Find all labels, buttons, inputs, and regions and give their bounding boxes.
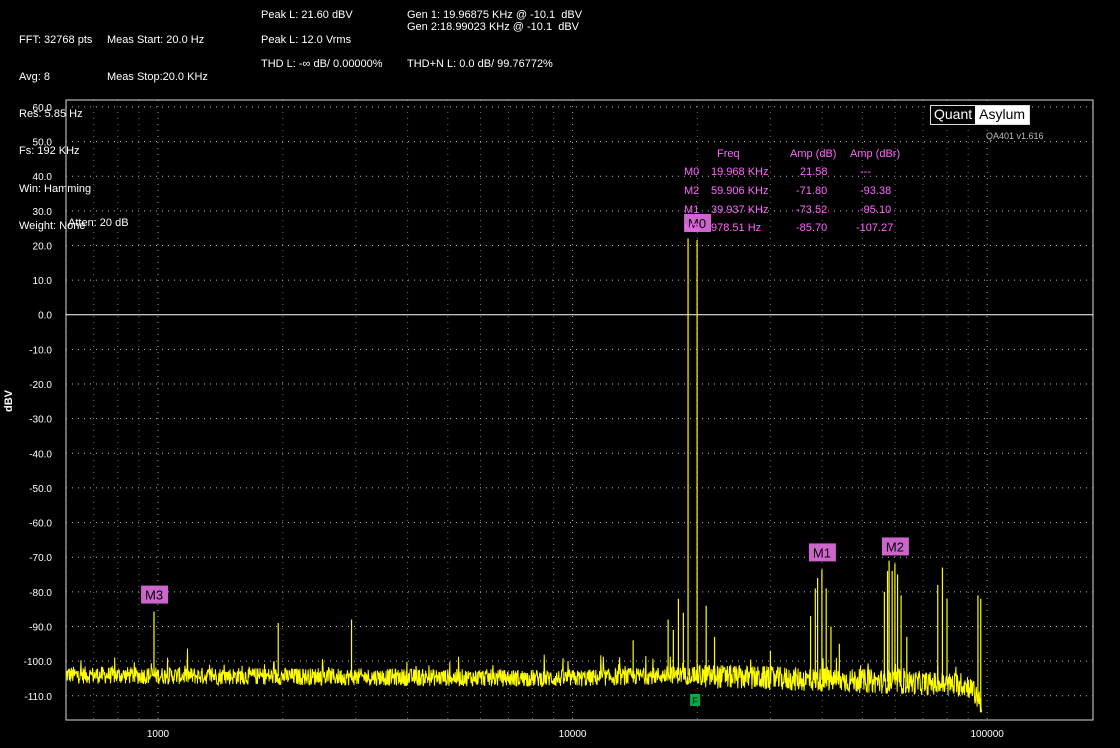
y-tick-label: -90.0 [29, 622, 52, 633]
y-tick-label: -40.0 [29, 449, 52, 460]
y-tick-label: 60.0 [33, 103, 53, 114]
marker-dbr: -95.10 [860, 204, 892, 216]
x-tick-label: 1000 [147, 729, 170, 740]
marker-amp: -73.52 [796, 204, 828, 216]
marker-amp: 21.58 [800, 166, 828, 178]
x-tick-label: 10000 [559, 729, 587, 740]
version-label: QA401 v1.616 [986, 131, 1044, 141]
y-tick-label: 20.0 [33, 241, 53, 252]
y-tick-label: 10.0 [33, 276, 53, 287]
marker-id: M2 [684, 185, 700, 197]
marker-id: M1 [684, 204, 700, 216]
marker-id: M0 [684, 166, 700, 178]
logo-quant: Quant [931, 106, 976, 124]
marker-freq: 19.968 KHz [711, 166, 769, 178]
header-amp-dbr: Amp (dBr) [850, 148, 901, 160]
marker-label: M2 [886, 539, 904, 554]
y-axis-label: dBV [3, 390, 15, 412]
marker-dbr: -93.38 [860, 185, 892, 197]
attenuation-label: Atten: 20 dB [68, 217, 129, 229]
ref-marker-label: F [692, 696, 698, 706]
y-tick-label: -30.0 [29, 415, 52, 426]
marker-label: M1 [813, 545, 831, 560]
header-amp-db: Amp (dB) [790, 148, 837, 160]
marker-dbr: --- [860, 166, 871, 178]
y-tick-label: -60.0 [29, 519, 52, 530]
y-tick-label: 0.0 [38, 311, 52, 322]
marker-dbr: -107.27 [856, 222, 894, 234]
y-tick-label: -20.0 [29, 380, 52, 391]
y-tick-label: -110.0 [24, 692, 52, 703]
x-tick-label: 100000 [970, 729, 1004, 740]
y-tick-label: -70.0 [29, 553, 52, 564]
plot-frame [65, 99, 1094, 721]
marker-amp: -85.70 [796, 222, 828, 234]
marker-m1: M1 [808, 543, 836, 562]
marker-m2: M2 [881, 537, 909, 556]
y-tick-label: -50.0 [29, 484, 52, 495]
marker-amp: -71.80 [796, 185, 828, 197]
y-tick-label: -100.0 [24, 657, 53, 668]
marker-m3: M3 [141, 585, 169, 604]
marker-freq: 39.937 KHz [711, 204, 769, 216]
spectrum-trace [65, 648, 983, 713]
header-freq: Freq [717, 148, 740, 160]
marker-freq: 59.906 KHz [711, 185, 769, 197]
y-tick-label: 50.0 [33, 138, 53, 149]
y-tick-label: -80.0 [29, 588, 52, 599]
quantasylum-logo: Quant Asylum [930, 105, 1031, 125]
marker-id: M3 [684, 222, 700, 234]
logo-asylum: Asylum [975, 106, 1030, 124]
marker-label: M3 [145, 588, 163, 603]
y-tick-label: -10.0 [29, 345, 52, 356]
marker-freq: 978.51 Hz [711, 222, 762, 234]
y-tick-label: 30.0 [33, 207, 53, 218]
y-tick-label: 40.0 [33, 172, 53, 183]
